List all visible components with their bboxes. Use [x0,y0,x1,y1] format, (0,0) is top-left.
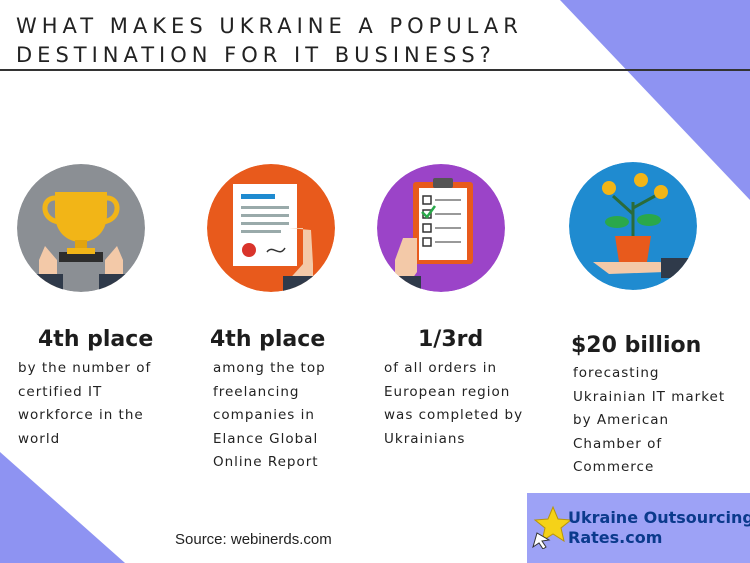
page-title: WHAT MAKES UKRAINE A POPULAR DESTINATION… [16,12,576,70]
fact-1-line: workforce in the [18,407,144,423]
fact-4-line: Ukrainian IT market [573,388,726,405]
fact-1-description: by the number of certified IT workforce … [18,357,151,451]
logo-text: Ukraine Outsourcing Rates.com [568,508,750,548]
clipboard-icon [377,164,505,292]
fact-3-line: European region [384,383,511,400]
logo-line-2: Rates.com [568,528,663,547]
logo-line-1: Ukraine Outsourcing [568,508,750,527]
fact-4-description: forecasting Ukrainian IT market by Ameri… [573,362,725,480]
fact-4-line: Chamber of [573,435,663,452]
document-icon [207,164,335,292]
trophy-icon [17,164,145,292]
fact-2-line: freelancing [213,383,300,400]
page-title-line-2: DESTINATION FOR IT BUSINESS? [16,43,496,67]
fact-2-line: companies in [213,407,315,423]
fact-4-line: forecasting [573,365,660,381]
title-divider [0,69,750,71]
fact-4-line: by American [573,412,670,428]
fact-3-line: Ukrainians [384,430,466,447]
fact-2-description: among the top freelancing companies in E… [213,357,326,475]
source-note: Source: webinerds.com [175,531,332,548]
money-plant-icon [569,162,697,290]
fact-3-description: of all orders in European region was com… [384,357,523,451]
fact-3-headline: 1/3rd [418,327,484,352]
fact-1-line: by the number of [18,360,152,376]
fact-4-headline: $20 billion [571,333,702,358]
fact-1-line: certified IT [18,383,103,400]
fact-3-line: of all orders in [384,360,497,376]
page-title-line-1: WHAT MAKES UKRAINE A POPULAR [16,14,523,38]
fact-2-line: Elance Global [213,430,319,447]
fact-4-line: Commerce [573,459,655,475]
fact-2-line: among the top [213,360,326,376]
fact-1-line: world [18,430,61,447]
fact-2-headline: 4th place [210,327,326,352]
fact-1-headline: 4th place [38,327,154,352]
fact-3-line: was completed by [384,407,524,423]
fact-2-line: Online Report [213,454,319,470]
star-cursor-icon [532,505,571,549]
